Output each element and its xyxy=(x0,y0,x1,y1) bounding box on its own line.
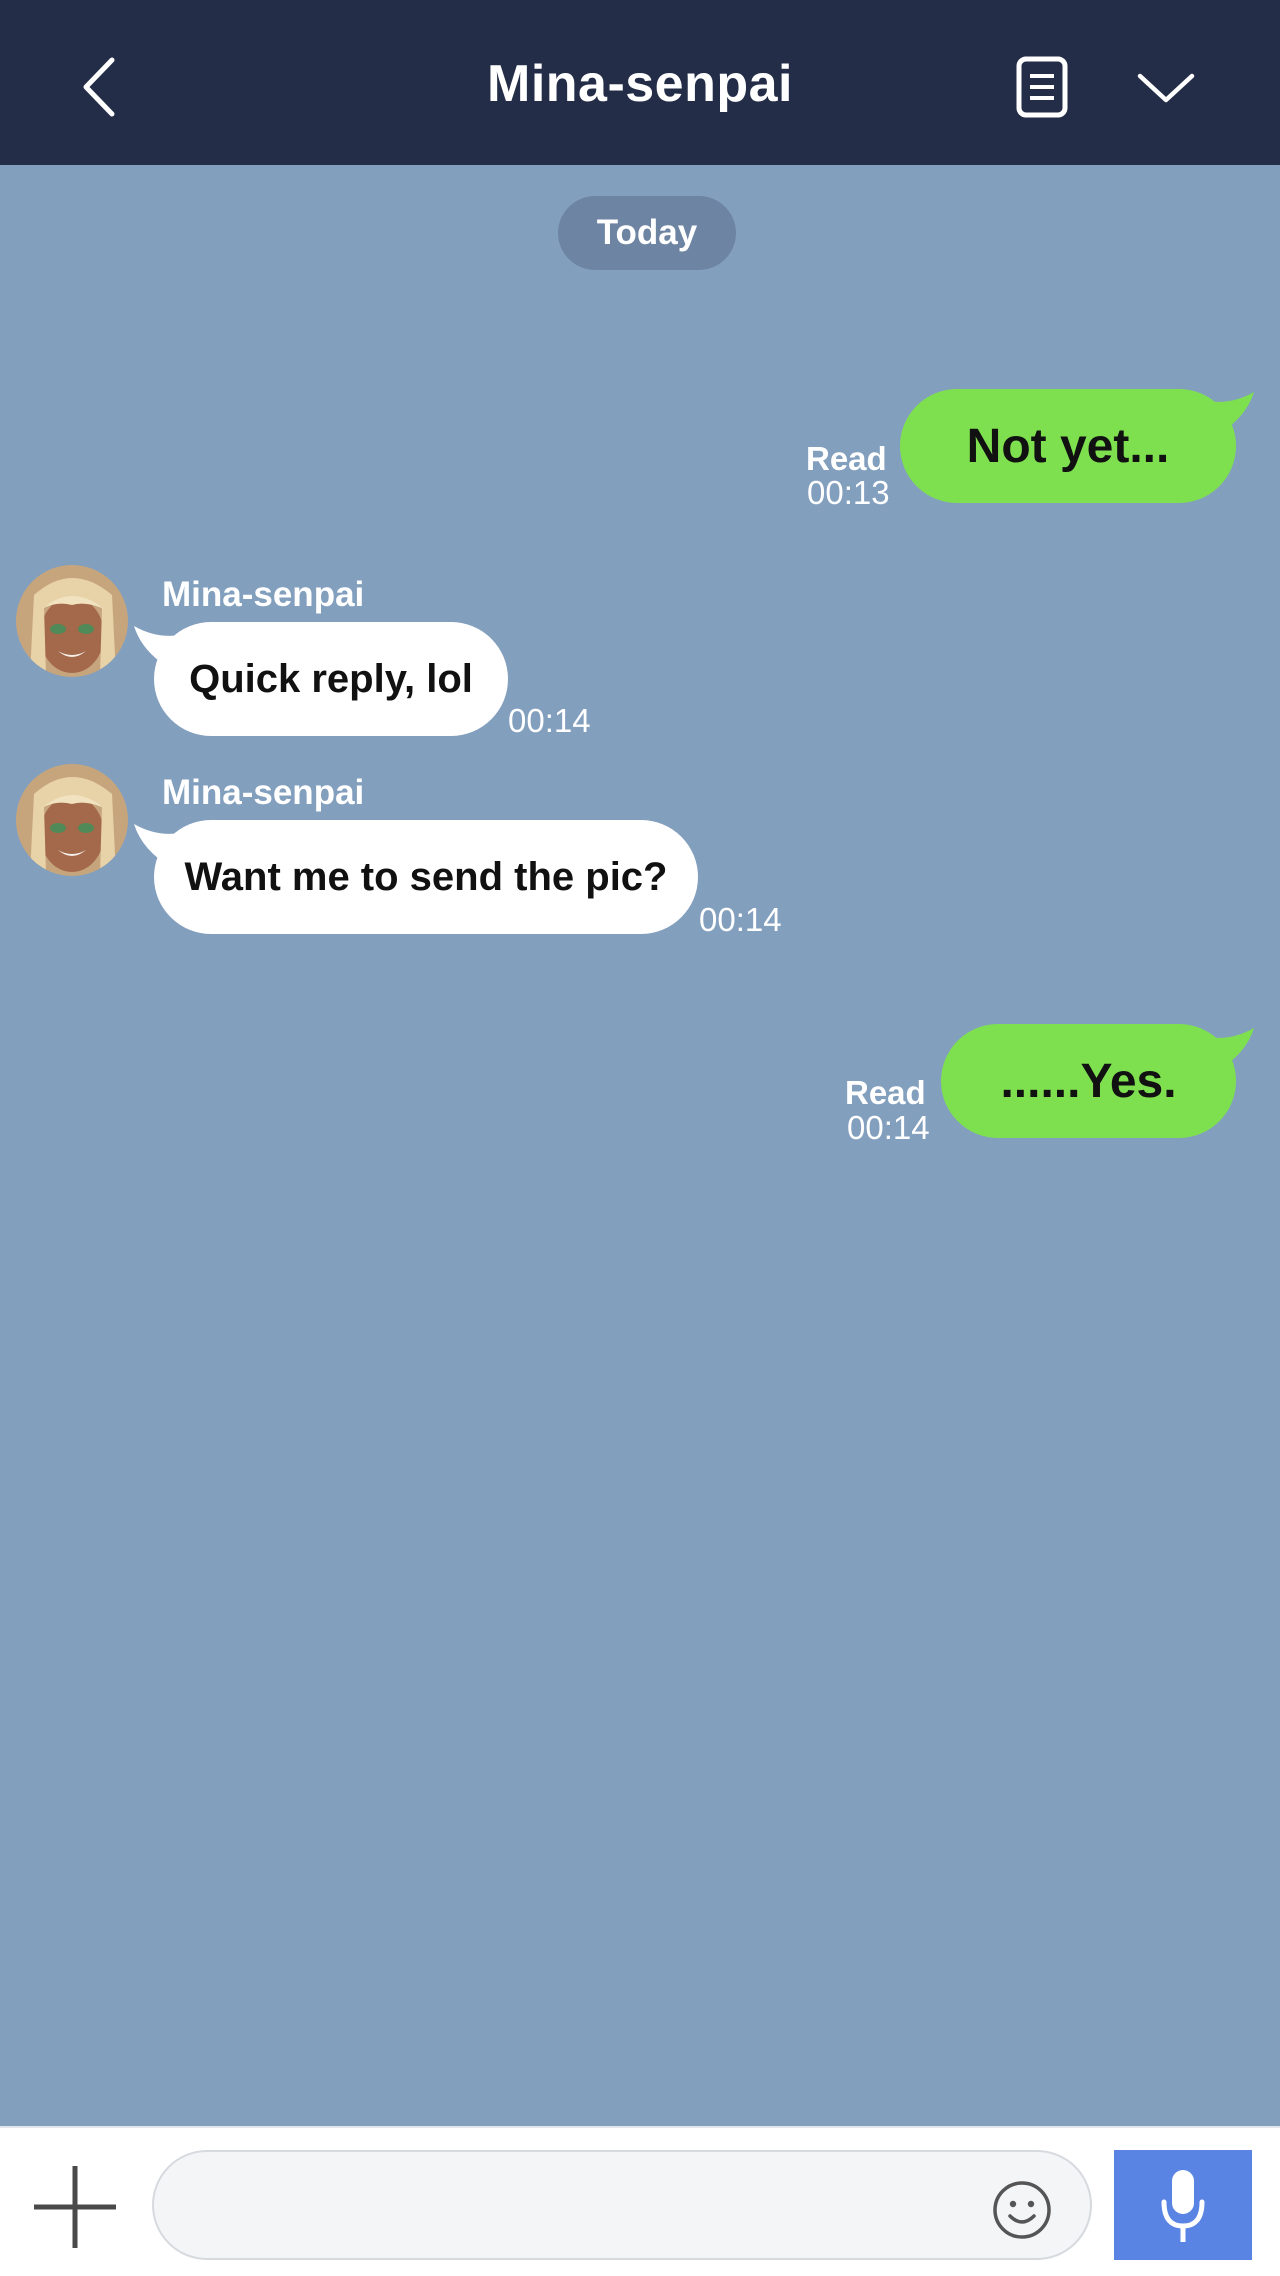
sender-name: Mina-senpai xyxy=(162,773,365,812)
chat-header: Mina-senpai xyxy=(0,0,1280,165)
emoji-button[interactable] xyxy=(990,2178,1054,2242)
back-button[interactable] xyxy=(70,52,130,122)
chevron-left-icon xyxy=(83,57,115,117)
smiley-icon xyxy=(993,2181,1051,2239)
composer-bar xyxy=(0,2126,1280,2276)
microphone-icon xyxy=(1161,2170,1205,2242)
notes-icon xyxy=(1016,56,1068,118)
message-input[interactable] xyxy=(152,2150,1092,2260)
chevron-down-icon xyxy=(1137,73,1195,103)
chat-title: Mina-senpai xyxy=(487,55,793,113)
voice-message-button[interactable] xyxy=(1114,2150,1252,2260)
message-time: 00:13 xyxy=(807,474,890,511)
chat-screen: Mina-senpai Today Not yet... Read 00:13 xyxy=(0,0,1280,2276)
attach-button[interactable] xyxy=(30,2162,120,2252)
plus-icon xyxy=(34,2166,116,2248)
message-time: 00:14 xyxy=(847,1109,930,1146)
message-bubble-sent[interactable]: Not yet... xyxy=(900,389,1236,503)
message-bubble-received[interactable]: Want me to send the pic? xyxy=(154,820,698,934)
read-receipt: Read xyxy=(845,1074,926,1111)
menu-button[interactable] xyxy=(1134,62,1198,112)
read-receipt: Read xyxy=(806,440,887,477)
sender-name: Mina-senpai xyxy=(162,575,365,614)
avatar[interactable] xyxy=(16,565,128,677)
avatar[interactable] xyxy=(16,764,128,876)
notes-button[interactable] xyxy=(1010,55,1074,119)
message-time: 00:14 xyxy=(508,702,591,739)
avatar-image xyxy=(16,764,128,876)
date-separator: Today xyxy=(558,196,736,270)
message-time: 00:14 xyxy=(699,901,782,938)
avatar-image xyxy=(16,565,128,677)
message-bubble-sent[interactable]: ......Yes. xyxy=(941,1024,1236,1138)
message-bubble-received[interactable]: Quick reply, lol xyxy=(154,622,508,736)
